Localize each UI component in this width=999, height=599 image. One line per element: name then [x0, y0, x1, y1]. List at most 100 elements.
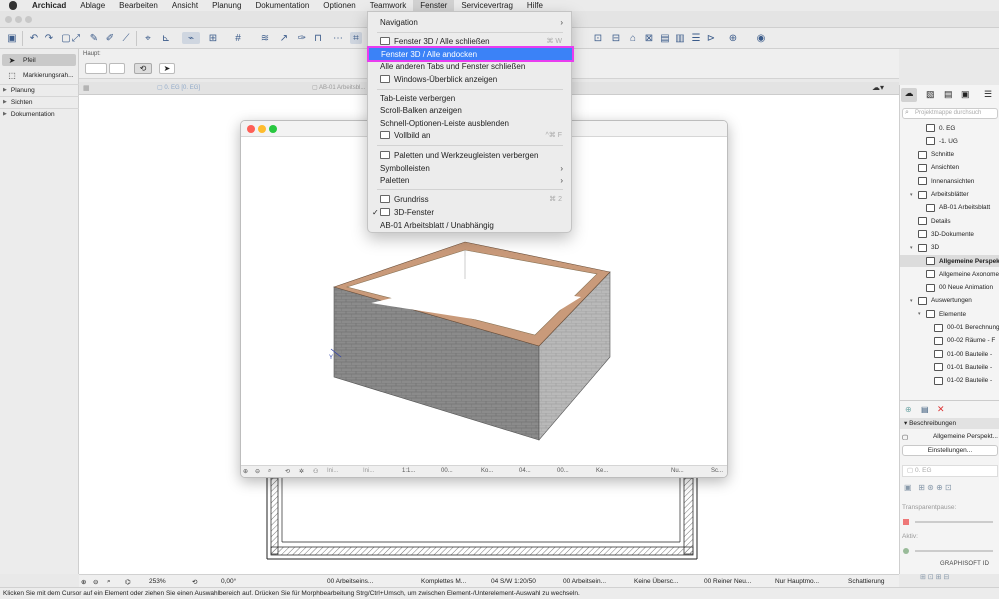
- navigator-item[interactable]: AB-01 Arbeitsblatt: [900, 202, 999, 214]
- apple-icon[interactable]: [9, 1, 17, 10]
- tab-floorplan[interactable]: ▢ 0. EG [0. EG]: [157, 84, 200, 94]
- menu-item-fullscreen[interactable]: Vollbild an ^⌘ F: [368, 129, 571, 141]
- menu-bearbeiten[interactable]: Bearbeiten: [112, 0, 165, 11]
- settings-button[interactable]: Einstellungen...: [902, 445, 998, 456]
- magic-wand-icon[interactable]: ⟋: [120, 32, 132, 44]
- menu-item-windows-overview[interactable]: Windows-Überblick anzeigen: [368, 73, 571, 85]
- menu-planung[interactable]: Planung: [205, 0, 248, 11]
- active-slider[interactable]: [915, 550, 993, 552]
- minimize-3d-window-button[interactable]: [258, 125, 266, 133]
- menu-item-close-other-tabs[interactable]: Alle anderen Tabs und Fenster schließen: [368, 60, 571, 72]
- navigator-item[interactable]: 0. EG: [900, 122, 999, 134]
- menu-app[interactable]: Archicad: [25, 0, 73, 11]
- menu-ansicht[interactable]: Ansicht: [165, 0, 205, 11]
- guide-lines-icon[interactable]: ⌁: [182, 32, 200, 44]
- color-swatch[interactable]: [903, 519, 909, 525]
- quick-option-scale[interactable]: 1:1...: [402, 468, 415, 474]
- graphisoft-id-link[interactable]: GRAPHISOFT ID: [940, 561, 989, 567]
- publisher-icon[interactable]: ▣: [961, 89, 970, 100]
- transparency-slider[interactable]: [915, 521, 993, 523]
- menu-item-toolbars[interactable]: Symbolleisten ›: [368, 162, 571, 174]
- navigator-item[interactable]: ▾ Auswertungen: [900, 295, 999, 307]
- list-icon[interactable]: ☰: [690, 32, 702, 44]
- quick-option-reno[interactable]: Nu...: [671, 468, 684, 474]
- zoom-out-icon[interactable]: ⊖: [255, 468, 260, 475]
- navigator-item[interactable]: 01-02 Bauteile -: [900, 375, 999, 387]
- menu-item-3d-window[interactable]: ✓ 3D-Fenster: [368, 206, 571, 218]
- close-3d-window-button[interactable]: [247, 125, 255, 133]
- menu-teamwork[interactable]: Teamwork: [363, 0, 413, 11]
- project-map-icon[interactable]: ☁: [901, 88, 917, 102]
- arrow-tool-icon[interactable]: ↗: [278, 32, 290, 44]
- menu-item-worksheet[interactable]: AB-01 Arbeitsblatt / Unabhängig: [368, 219, 571, 231]
- navigator-item[interactable]: Innenansichten: [900, 175, 999, 187]
- zoom-in-icon[interactable]: ⊕: [81, 578, 86, 586]
- menu-item-palettes[interactable]: Paletten ›: [368, 174, 571, 186]
- navigator-item[interactable]: -1. UG: [900, 135, 999, 147]
- disclosure-triangle-icon[interactable]: ▾: [910, 245, 913, 251]
- active-indicator[interactable]: [903, 548, 909, 554]
- navigator-item[interactable]: Allgemeine Perspektive: [900, 255, 999, 267]
- toolbox-section-sichten[interactable]: ▶ Sichten: [0, 96, 79, 107]
- navigator-item[interactable]: 00-02 Räume - F: [900, 335, 999, 347]
- orbit-icon[interactable]: ⟲: [285, 468, 290, 475]
- trace-icon[interactable]: ≋: [259, 32, 271, 44]
- bottom-tools-icons[interactable]: ⊞ ⊡ ⊞ ⊟: [920, 573, 949, 581]
- navigator-item[interactable]: Schnitte: [900, 149, 999, 161]
- model-view-combo[interactable]: 00 Arbeitsein...: [563, 578, 606, 585]
- grid-view-icon[interactable]: ▦: [83, 84, 95, 93]
- tool-arrow[interactable]: ➤ Pfeil: [2, 54, 76, 66]
- shading-icon[interactable]: ◉: [755, 32, 767, 44]
- new-folder-icon[interactable]: ⊕: [905, 405, 912, 414]
- menu-item-hide-quick-options[interactable]: Schnell-Optionen-Leiste ausblenden: [368, 117, 571, 129]
- rotate-icon[interactable]: ⟲: [134, 63, 152, 74]
- menu-item-show-scrollbars[interactable]: Scroll-Balken anzeigen: [368, 104, 571, 116]
- menu-item-hide-palettes[interactable]: Paletten und Werkzeugleisten verbergen: [368, 149, 571, 161]
- menu-ablage[interactable]: Ablage: [73, 0, 112, 11]
- geometry-method-dropdown[interactable]: [109, 63, 125, 74]
- zoom-3d-window-button[interactable]: [269, 125, 277, 133]
- walk-icon[interactable]: ✲: [299, 468, 304, 475]
- navigator-item[interactable]: 3D-Dokumente: [900, 228, 999, 240]
- navigator-item[interactable]: 00 Neue Animation: [900, 282, 999, 294]
- floorplan-icon[interactable]: ⊡: [592, 32, 604, 44]
- navigator-item[interactable]: ▾ Arbeitsblätter: [900, 189, 999, 201]
- rotate-icon[interactable]: ⟲: [192, 578, 197, 586]
- shading-combo[interactable]: Schattierung: [848, 578, 885, 585]
- zoom-in-icon[interactable]: ⊕: [243, 468, 248, 475]
- cursor-icon[interactable]: ➤: [159, 63, 175, 74]
- selection-method-dropdown[interactable]: [85, 63, 107, 74]
- zoom-window-button[interactable]: [25, 16, 32, 23]
- lock-icon[interactable]: ⊓: [312, 32, 324, 44]
- syringe-icon[interactable]: ✐: [104, 32, 116, 44]
- grid-icon[interactable]: #: [232, 32, 244, 44]
- explore-icon[interactable]: ⚇: [313, 468, 318, 475]
- view-map-icon[interactable]: ▧: [926, 89, 935, 100]
- marquee-icon[interactable]: ⌗: [350, 32, 362, 44]
- toolbox-section-dokumentation[interactable]: ▶ Dokumentation: [0, 108, 79, 119]
- menu-dokumentation[interactable]: Dokumentation: [248, 0, 316, 11]
- redo-icon[interactable]: ↷: [43, 32, 55, 44]
- navigator-item[interactable]: ▾ 3D: [900, 242, 999, 254]
- quick-option-override[interactable]: Ke...: [596, 468, 608, 474]
- menu-hilfe[interactable]: Hilfe: [520, 0, 550, 11]
- navigator-item[interactable]: ▾ Elemente: [900, 308, 999, 320]
- menu-item-navigation[interactable]: Navigation ›: [368, 16, 571, 28]
- menu-optionen[interactable]: Optionen: [316, 0, 362, 11]
- quick-option-struct[interactable]: 00...: [557, 468, 569, 474]
- navigator-item[interactable]: Allgemeine Axonometrie: [900, 268, 999, 280]
- view-toggle-icons[interactable]: ▣ ⊞ ⊛ ⊕ ⊡: [904, 483, 952, 492]
- navigator-menu-icon[interactable]: ☰: [984, 89, 992, 100]
- quick-option-2[interactable]: Ini...: [363, 468, 374, 474]
- menu-servicevertrag[interactable]: Servicevertrag: [454, 0, 520, 11]
- tool-marquee[interactable]: ⬚ Markierungsrah...: [2, 69, 76, 81]
- disclosure-triangle-icon[interactable]: ▾: [910, 298, 913, 304]
- pen-set-combo[interactable]: 04 S/W 1:20/50: [491, 578, 536, 585]
- delete-icon[interactable]: ✕: [937, 404, 945, 415]
- navigator-item[interactable]: 01-00 Bauteile -: [900, 348, 999, 360]
- navigator-search-input[interactable]: Projektmappe durchsuch: [902, 108, 998, 119]
- quick-option-1[interactable]: Ini...: [327, 468, 338, 474]
- override-combo[interactable]: Keine Übersc...: [634, 578, 678, 585]
- zoom-value[interactable]: 253%: [149, 578, 166, 585]
- layer-combo[interactable]: 00 Arbeitseins...: [327, 578, 373, 585]
